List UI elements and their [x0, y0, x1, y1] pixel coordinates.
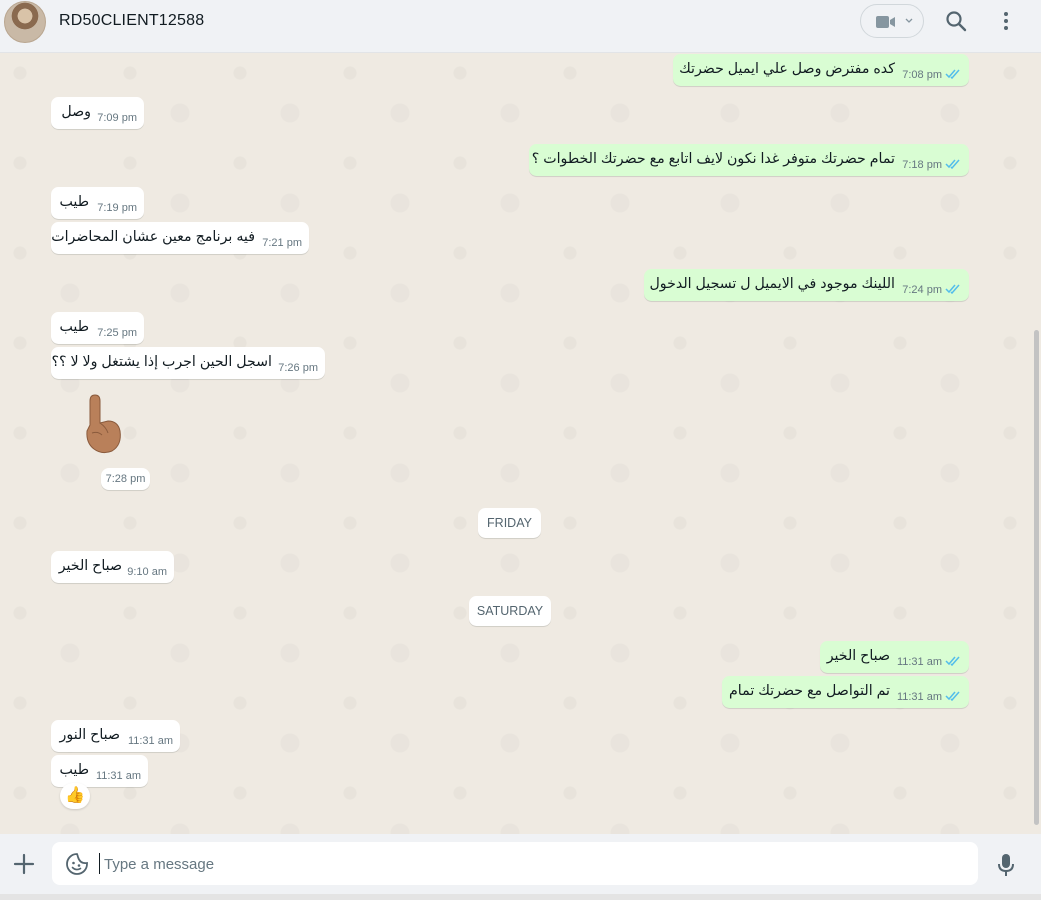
message-time: 7:19 pm — [97, 202, 137, 214]
message-text: صباح الخير — [826, 648, 890, 664]
message-incoming[interactable]: طيب 11:31 am — [51, 755, 148, 787]
message-incoming[interactable]: صباح النور 11:31 am — [51, 720, 180, 752]
message-outgoing[interactable]: اللينك موجود في الايميل ل تسجيل الدخول 7… — [644, 269, 969, 301]
message-time: 7:18 pm — [902, 159, 942, 171]
sticker-icon[interactable] — [65, 852, 89, 876]
message-outgoing[interactable]: صباح الخير 11:31 am — [820, 641, 969, 673]
chevron-down-icon — [905, 18, 913, 23]
date-separator: FRIDAY — [478, 508, 541, 538]
microphone-icon[interactable] — [994, 852, 1018, 878]
scrollbar-thumb[interactable] — [1034, 330, 1039, 825]
date-separator: SATURDAY — [469, 596, 551, 626]
message-text: طيب — [59, 762, 89, 778]
composer-bar — [0, 834, 1041, 894]
attach-plus-icon[interactable] — [12, 852, 36, 876]
message-text: كده مفترض وصل علي ايميل حضرتك — [679, 61, 895, 77]
message-incoming[interactable]: فيه برنامج معين عشان المحاضرات 7:21 pm — [51, 222, 309, 254]
chat-panel[interactable]: كده مفترض وصل علي ايميل حضرتك 7:08 pm وص… — [0, 53, 1041, 834]
read-receipt-icon — [945, 159, 960, 169]
pointing-up-emoji[interactable] — [78, 393, 126, 457]
read-receipt-icon — [945, 691, 960, 701]
message-incoming[interactable]: طيب 7:19 pm — [51, 187, 144, 219]
message-time: 11:31 am — [95, 770, 141, 782]
chat-header: RD50CLIENT12588 — [0, 0, 1041, 53]
message-input[interactable] — [102, 848, 966, 881]
window-bottom-edge — [0, 894, 1041, 900]
read-receipt-icon — [945, 656, 960, 666]
message-text: تمام حضرتك متوفر غدا نكون لايف اتابع مع … — [531, 151, 895, 167]
video-call-icon — [876, 16, 895, 28]
text-caret — [99, 853, 100, 874]
contact-name[interactable]: RD50CLIENT12588 — [59, 12, 204, 30]
message-text: اسجل الحين اجرب إذا يشتغل ولا لا ؟؟ — [51, 354, 273, 370]
message-incoming[interactable]: اسجل الحين اجرب إذا يشتغل ولا لا ؟؟ 7:26… — [51, 347, 325, 379]
read-receipt-icon — [945, 284, 960, 294]
message-input-box[interactable] — [52, 842, 978, 885]
message-outgoing[interactable]: تمام حضرتك متوفر غدا نكون لايف اتابع مع … — [529, 144, 969, 176]
message-time: 11:31 am — [127, 735, 173, 747]
message-text: صباح الخير — [58, 558, 122, 574]
message-outgoing[interactable]: تم التواصل مع حضرتك تمام 11:31 am — [722, 676, 969, 708]
message-incoming[interactable]: وصل 7:09 pm — [51, 97, 144, 129]
message-time: 7:28 pm — [101, 468, 150, 490]
message-time: 9:10 am — [127, 566, 167, 578]
chat-scrollbar[interactable] — [1031, 53, 1041, 834]
message-time: 7:08 pm — [902, 69, 942, 81]
message-incoming[interactable]: صباح الخير 9:10 am — [51, 551, 174, 583]
message-text: وصل — [61, 104, 91, 120]
reaction-badge[interactable]: 👍 — [60, 783, 90, 809]
message-time: 7:24 pm — [902, 284, 942, 296]
message-text: طيب — [59, 194, 89, 210]
message-text: تم التواصل مع حضرتك تمام — [729, 683, 890, 699]
message-text: طيب — [59, 319, 89, 335]
message-time: 7:26 pm — [278, 362, 318, 374]
message-time: 7:21 pm — [262, 237, 302, 249]
menu-dots-icon[interactable] — [994, 9, 1018, 33]
message-time: 7:09 pm — [97, 112, 137, 124]
message-time: 11:31 am — [896, 691, 942, 703]
message-text: اللينك موجود في الايميل ل تسجيل الدخول — [649, 276, 895, 292]
message-time: 7:25 pm — [97, 327, 137, 339]
message-incoming[interactable]: طيب 7:25 pm — [51, 312, 144, 344]
message-time: 11:31 am — [896, 656, 942, 668]
search-icon[interactable] — [944, 9, 968, 33]
contact-avatar[interactable] — [4, 1, 46, 43]
video-call-button[interactable] — [860, 4, 924, 38]
message-outgoing[interactable]: كده مفترض وصل علي ايميل حضرتك 7:08 pm — [673, 54, 969, 86]
read-receipt-icon — [945, 69, 960, 79]
message-text: فيه برنامج معين عشان المحاضرات — [51, 229, 255, 245]
message-text: صباح النور — [59, 727, 120, 743]
